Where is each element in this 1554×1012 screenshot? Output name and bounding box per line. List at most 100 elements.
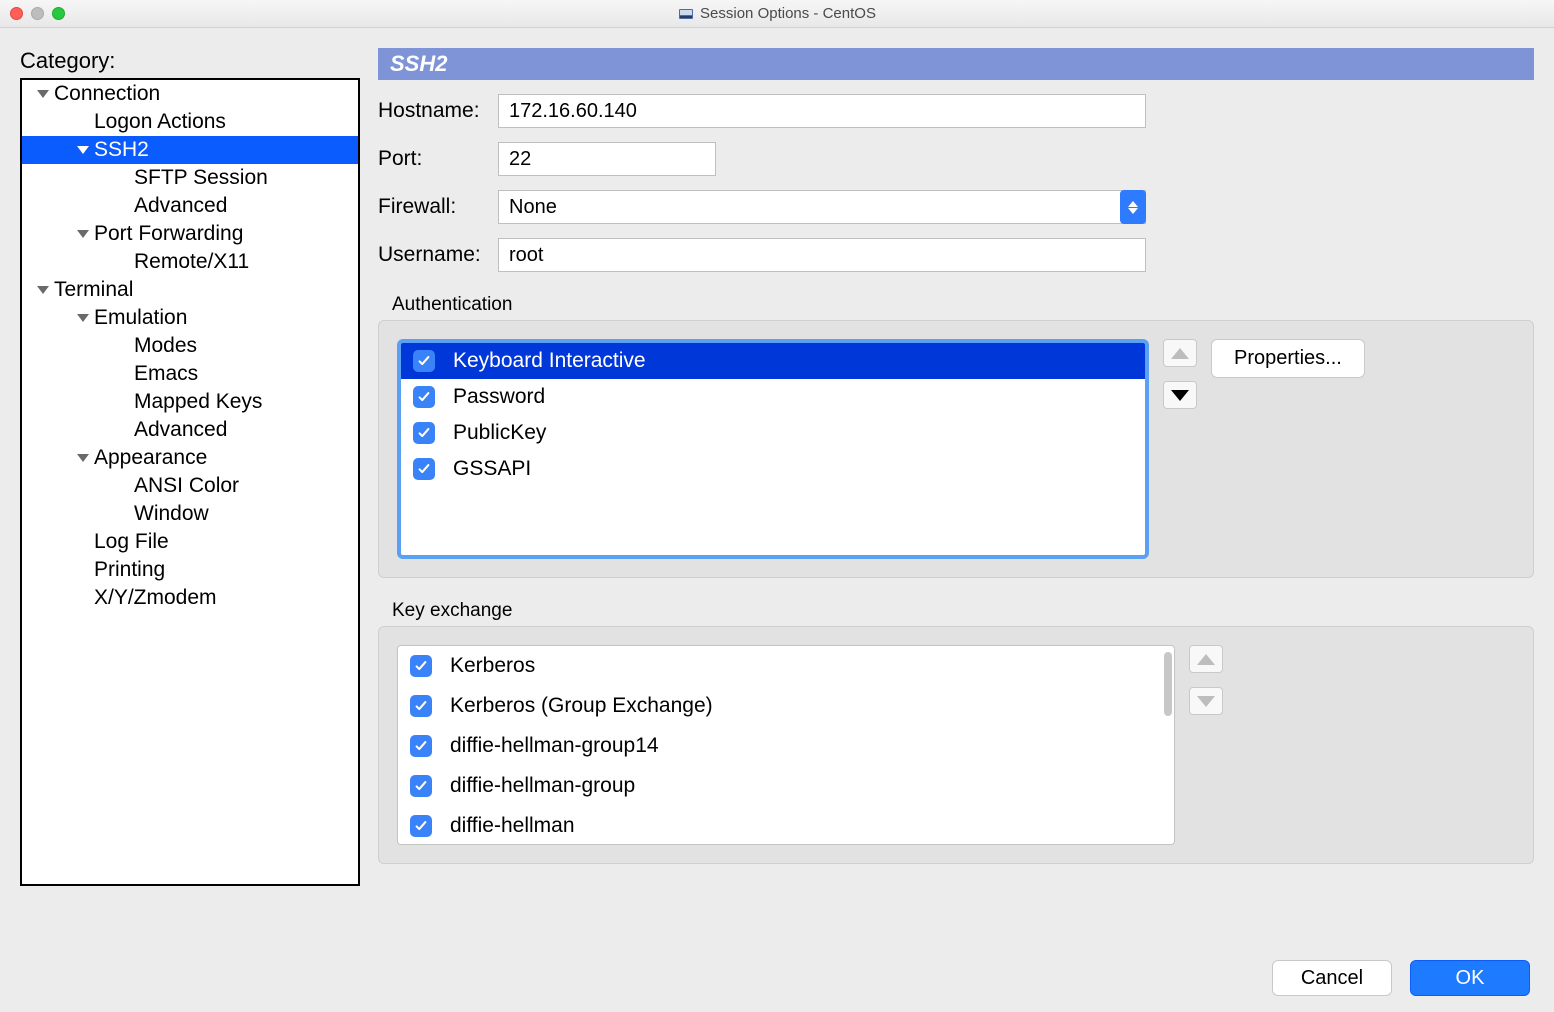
key-exchange-heading: Key exchange xyxy=(392,600,1534,622)
window-title: Session Options - CentOS xyxy=(0,5,1554,22)
list-item-label: diffie-hellman xyxy=(450,814,575,838)
firewall-label: Firewall: xyxy=(378,195,498,219)
tree-item-label: SSH2 xyxy=(94,138,149,162)
list-item[interactable]: diffie-hellman-group14 xyxy=(398,726,1174,766)
tree-item[interactable]: X/Y/Zmodem xyxy=(22,584,358,612)
tree-item-label: Mapped Keys xyxy=(134,390,262,414)
list-item[interactable]: Keyboard Interactive xyxy=(401,343,1145,379)
list-item[interactable]: PublicKey xyxy=(401,415,1145,451)
username-input[interactable] xyxy=(498,238,1146,272)
tree-item[interactable]: Port Forwarding xyxy=(22,220,358,248)
checkbox[interactable] xyxy=(410,735,432,757)
kex-move-up-button[interactable] xyxy=(1189,645,1223,673)
category-heading: Category: xyxy=(20,48,360,74)
panel-title: SSH2 xyxy=(378,48,1534,80)
tree-item-label: SFTP Session xyxy=(134,166,268,190)
tree-item[interactable]: SFTP Session xyxy=(22,164,358,192)
tree-item-label: Terminal xyxy=(54,278,133,302)
checkbox[interactable] xyxy=(413,458,435,480)
kex-move-down-button[interactable] xyxy=(1189,687,1223,715)
list-item-label: GSSAPI xyxy=(453,457,531,481)
tree-item-label: Modes xyxy=(134,334,197,358)
window-title-text: Session Options - CentOS xyxy=(700,5,876,22)
checkbox[interactable] xyxy=(413,350,435,372)
hostname-input[interactable] xyxy=(498,94,1146,128)
list-item[interactable]: Password xyxy=(401,379,1145,415)
authentication-list[interactable]: Keyboard Interactive Password PublicKey GSS… xyxy=(397,339,1149,559)
disclosure-triangle-icon xyxy=(72,454,94,462)
key-exchange-list[interactable]: Kerberos Kerberos (Group Exchange) diffie-… xyxy=(397,645,1175,845)
checkbox[interactable] xyxy=(410,775,432,797)
tree-item[interactable]: Log File xyxy=(22,528,358,556)
list-item-label: Kerberos xyxy=(450,654,535,678)
tree-item-label: Logon Actions xyxy=(94,110,226,134)
tree-item-label: Remote/X11 xyxy=(134,250,249,274)
authentication-heading: Authentication xyxy=(392,294,1534,316)
tree-item[interactable]: Modes xyxy=(22,332,358,360)
cancel-button[interactable]: Cancel xyxy=(1272,960,1392,996)
list-item-label: diffie-hellman-group xyxy=(450,774,635,798)
tree-item[interactable]: Mapped Keys xyxy=(22,388,358,416)
disclosure-triangle-icon xyxy=(32,90,54,98)
tree-item[interactable]: Remote/X11 xyxy=(22,248,358,276)
list-item[interactable]: GSSAPI xyxy=(401,451,1145,487)
list-item[interactable]: diffie-hellman xyxy=(398,806,1174,845)
tree-item-label: Window xyxy=(134,502,209,526)
checkbox[interactable] xyxy=(413,386,435,408)
tree-item-label: Log File xyxy=(94,530,169,554)
list-item-label: diffie-hellman-group14 xyxy=(450,734,659,758)
firewall-select[interactable]: None xyxy=(498,190,1146,224)
tree-item-label: ANSI Color xyxy=(134,474,239,498)
port-label: Port: xyxy=(378,147,498,171)
disclosure-triangle-icon xyxy=(72,314,94,322)
checkbox[interactable] xyxy=(410,695,432,717)
tree-item[interactable]: Connection xyxy=(22,80,358,108)
tree-item-label: Emacs xyxy=(134,362,198,386)
select-stepper-icon xyxy=(1120,190,1146,224)
firewall-value: None xyxy=(509,196,557,219)
checkbox[interactable] xyxy=(410,655,432,677)
tree-item[interactable]: Emulation xyxy=(22,304,358,332)
tree-item[interactable]: SSH2 xyxy=(22,136,358,164)
list-item-label: PublicKey xyxy=(453,421,546,445)
tree-item[interactable]: Emacs xyxy=(22,360,358,388)
tree-item-label: Port Forwarding xyxy=(94,222,243,246)
ok-button[interactable]: OK xyxy=(1410,960,1530,996)
tree-item[interactable]: Appearance xyxy=(22,444,358,472)
tree-item[interactable]: Advanced xyxy=(22,416,358,444)
properties-button[interactable]: Properties... xyxy=(1211,339,1365,378)
tree-item[interactable]: Advanced xyxy=(22,192,358,220)
list-item-label: Kerberos (Group Exchange) xyxy=(450,694,713,718)
scrollbar-thumb[interactable] xyxy=(1164,652,1172,716)
tree-item[interactable]: Printing xyxy=(22,556,358,584)
disclosure-triangle-icon xyxy=(72,230,94,238)
auth-move-up-button[interactable] xyxy=(1163,339,1197,367)
tree-item[interactable]: Window xyxy=(22,500,358,528)
tree-item-label: Advanced xyxy=(134,418,227,442)
tree-item-label: Appearance xyxy=(94,446,207,470)
list-item[interactable]: diffie-hellman-group xyxy=(398,766,1174,806)
list-item-label: Keyboard Interactive xyxy=(453,349,646,373)
app-icon xyxy=(678,6,694,22)
tree-item-label: Emulation xyxy=(94,306,187,330)
tree-item[interactable]: Logon Actions xyxy=(22,108,358,136)
auth-move-down-button[interactable] xyxy=(1163,381,1197,409)
list-item[interactable]: Kerberos xyxy=(398,646,1174,686)
tree-item-label: X/Y/Zmodem xyxy=(94,586,217,610)
list-item-label: Password xyxy=(453,385,545,409)
tree-item[interactable]: Terminal xyxy=(22,276,358,304)
disclosure-triangle-icon xyxy=(32,286,54,294)
titlebar: Session Options - CentOS xyxy=(0,0,1554,28)
tree-item-label: Printing xyxy=(94,558,165,582)
hostname-label: Hostname: xyxy=(378,99,498,123)
tree-item-label: Connection xyxy=(54,82,160,106)
disclosure-triangle-icon xyxy=(72,146,94,154)
tree-item-label: Advanced xyxy=(134,194,227,218)
checkbox[interactable] xyxy=(413,422,435,444)
port-input[interactable] xyxy=(498,142,716,176)
username-label: Username: xyxy=(378,243,498,267)
tree-item[interactable]: ANSI Color xyxy=(22,472,358,500)
category-tree[interactable]: Connection Logon Actions SSH2 SFTP Session A… xyxy=(20,78,360,886)
list-item[interactable]: Kerberos (Group Exchange) xyxy=(398,686,1174,726)
checkbox[interactable] xyxy=(410,815,432,837)
